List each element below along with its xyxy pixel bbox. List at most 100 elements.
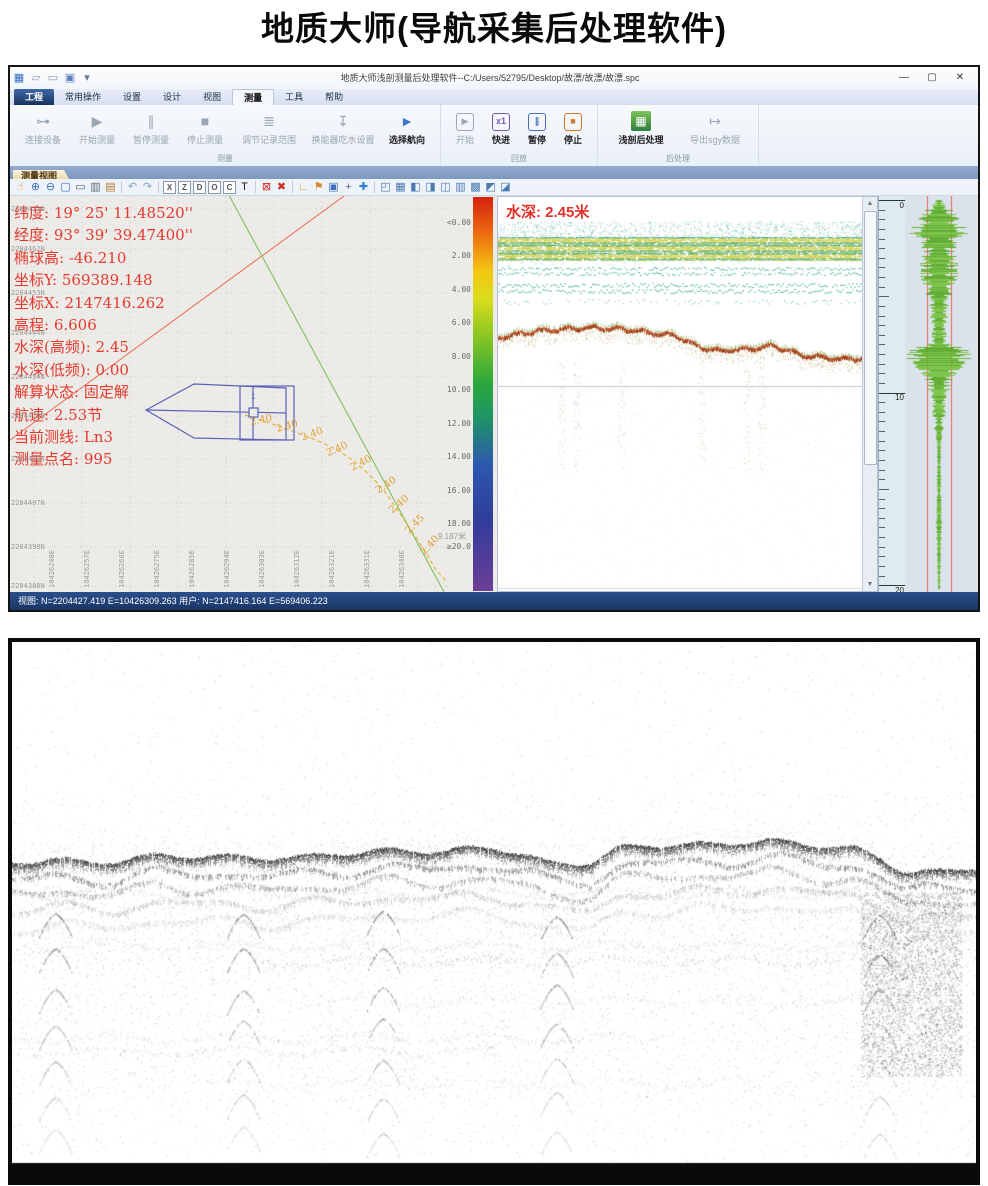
transducer-draft-button[interactable]: ↧换能器吃水设置 xyxy=(306,109,380,146)
sbp-postprocess-icon: ▦ xyxy=(631,111,651,131)
seismic-profile-figure xyxy=(8,638,980,1185)
quickbar-dropdown-icon[interactable]: ▾ xyxy=(80,71,94,85)
snapshot-icon[interactable]: ▤ xyxy=(103,180,118,194)
export-sgy-label: 导出sgy数据 xyxy=(690,133,740,146)
ruler-tick xyxy=(879,576,885,577)
start-measure-button[interactable]: ▶开始测量 xyxy=(70,109,124,146)
grid-label-north: 2204407N xyxy=(11,499,45,507)
signal-trace-view[interactable] xyxy=(905,196,976,592)
ruler-tick xyxy=(879,450,885,451)
stop-measure-label: 停止测量 xyxy=(187,133,223,146)
zoom-in-icon[interactable]: ⊕ xyxy=(28,180,43,194)
export-sgy-icon: ↦ xyxy=(705,111,725,131)
export-sgy-button[interactable]: ↦ 导出sgy数据 xyxy=(678,109,752,146)
tab-design[interactable]: 设计 xyxy=(152,89,192,105)
ruler-tick xyxy=(879,421,885,422)
redo-icon[interactable]: ↷ xyxy=(140,180,155,194)
adjust-record-range-button[interactable]: ≣调节记录范围 xyxy=(232,109,306,146)
delete-all-markers-icon[interactable]: ✖ xyxy=(274,180,289,194)
connect-device-button[interactable]: ⊶连接设备 xyxy=(16,109,70,146)
echogram-scrollbar[interactable]: ▲ ▼ xyxy=(862,197,877,591)
maximize-button[interactable]: ▢ xyxy=(918,68,946,88)
quick-access-toolbar: ▦▱▭▣▾ xyxy=(12,69,94,87)
layout-rows-icon[interactable]: ▥ xyxy=(453,180,468,194)
pan-move-icon[interactable]: ✚ xyxy=(356,180,371,194)
marker-x-icon[interactable]: X xyxy=(163,181,176,194)
marker-o-icon[interactable]: O xyxy=(208,181,221,194)
tab-measure[interactable]: 测量 xyxy=(232,89,274,105)
tab-project[interactable]: 工程 xyxy=(14,89,54,105)
app-logo-icon[interactable]: ▦ xyxy=(12,71,26,85)
undo-icon[interactable]: ↶ xyxy=(125,180,140,194)
tab-settings[interactable]: 设置 xyxy=(112,89,152,105)
ruler-tick xyxy=(879,441,885,442)
echogram-depth-readout: 水深: 2.45米 xyxy=(506,201,589,222)
pan-hand-icon[interactable]: ☝ xyxy=(13,180,28,194)
scroll-up-icon[interactable]: ▲ xyxy=(863,197,877,210)
close-button[interactable]: ✕ xyxy=(946,68,974,88)
new-file-icon[interactable]: ▱ xyxy=(29,71,43,85)
ruler-tick xyxy=(879,537,885,538)
playback-stop-button[interactable]: ■停止 xyxy=(555,109,591,146)
ruler-tick xyxy=(879,325,885,326)
save-file-icon[interactable]: ▣ xyxy=(63,71,77,85)
fit-extent-icon[interactable]: ▭ xyxy=(73,180,88,194)
stop-measure-button[interactable]: ■停止测量 xyxy=(178,109,232,146)
ribbon-group[interactable]: ▶开始x1快进∥暂停■停止回放 xyxy=(441,105,598,166)
toolbar-separator xyxy=(255,181,256,193)
zoom-window-icon[interactable]: ▢ xyxy=(58,180,73,194)
marker-c-icon[interactable]: C xyxy=(223,181,236,194)
center-target-icon[interactable]: + xyxy=(341,180,356,194)
playback-pause-button[interactable]: ∥暂停 xyxy=(519,109,555,146)
add-text-icon[interactable]: T xyxy=(237,180,252,194)
playback-start-label: 开始 xyxy=(456,133,474,146)
ruler-tick xyxy=(879,489,889,490)
save-view-icon[interactable]: ▣ xyxy=(326,180,341,194)
layout-mosaic-icon[interactable]: ▩ xyxy=(468,180,483,194)
scroll-down-icon[interactable]: ▼ xyxy=(863,578,877,591)
marker-d-icon[interactable]: D xyxy=(193,181,206,194)
ribbon-group-label: 回放 xyxy=(447,152,591,166)
split-view-icon[interactable]: ▥ xyxy=(88,180,103,194)
sbp-postprocess-button[interactable]: ▦浅剖后处理 xyxy=(604,109,678,146)
echogram-view[interactable]: 水深: 2.45米 ▲ ▼ xyxy=(497,196,878,592)
map-view[interactable]: 纬度: 19° 25' 11.48520''经度: 93° 39' 39.474… xyxy=(10,196,455,592)
playback-ffwd-button[interactable]: x1快进 xyxy=(483,109,519,146)
window-titlebar[interactable]: ▦▱▭▣▾ 地质大师浅剖测量后处理软件--C:/Users/52795/Desk… xyxy=(10,67,978,90)
delete-marker-icon[interactable]: ⊠ xyxy=(259,180,274,194)
zoom-out-icon[interactable]: ⊖ xyxy=(43,180,58,194)
grid-label-east: 10426266E xyxy=(118,550,126,588)
measure-distance-icon[interactable]: ∟ xyxy=(296,180,311,194)
add-flag-icon[interactable]: ⚑ xyxy=(311,180,326,194)
ruler-tick xyxy=(879,267,885,268)
layout-columns-icon[interactable]: ◫ xyxy=(438,180,453,194)
tab-view[interactable]: 视图 xyxy=(192,89,232,105)
transducer-draft-label: 换能器吃水设置 xyxy=(311,133,374,146)
minimize-button[interactable]: — xyxy=(890,68,918,88)
grid-label-east: 10426257E xyxy=(83,550,91,588)
ruler-tick xyxy=(879,566,885,567)
layout-left-icon[interactable]: ◧ xyxy=(408,180,423,194)
tab-tools[interactable]: 工具 xyxy=(274,89,314,105)
signal-trace-image xyxy=(905,196,976,592)
grid-label-east: 10426331E xyxy=(363,550,371,588)
tab-common-ops[interactable]: 常用操作 xyxy=(54,89,112,105)
ruler-tick xyxy=(879,316,885,317)
layout-corner-right-icon[interactable]: ◪ xyxy=(498,180,513,194)
select-heading-button[interactable]: ►选择航向 xyxy=(380,109,434,146)
playback-start-button[interactable]: ▶开始 xyxy=(447,109,483,146)
layout-single-icon[interactable]: ◰ xyxy=(378,180,393,194)
ribbon-group-label: 后处理 xyxy=(604,152,752,166)
open-file-icon[interactable]: ▭ xyxy=(46,71,60,85)
ribbon-group[interactable]: ⊶连接设备▶开始测量∥暂停测量■停止测量≣调节记录范围↧换能器吃水设置►选择航向… xyxy=(10,105,441,166)
layout-corner-left-icon[interactable]: ◩ xyxy=(483,180,498,194)
layout-grid-icon[interactable]: ▦ xyxy=(393,180,408,194)
pause-measure-button[interactable]: ∥暂停测量 xyxy=(124,109,178,146)
scrollbar-thumb[interactable] xyxy=(864,211,877,465)
ribbon-group[interactable]: ▦浅剖后处理 ↦ 导出sgy数据后处理 xyxy=(598,105,759,166)
ruler-tick xyxy=(879,277,885,278)
tab-help[interactable]: 帮助 xyxy=(314,89,354,105)
pause-measure-icon: ∥ xyxy=(141,111,161,131)
layout-right-icon[interactable]: ◨ xyxy=(423,180,438,194)
marker-z-icon[interactable]: Z xyxy=(178,181,191,194)
